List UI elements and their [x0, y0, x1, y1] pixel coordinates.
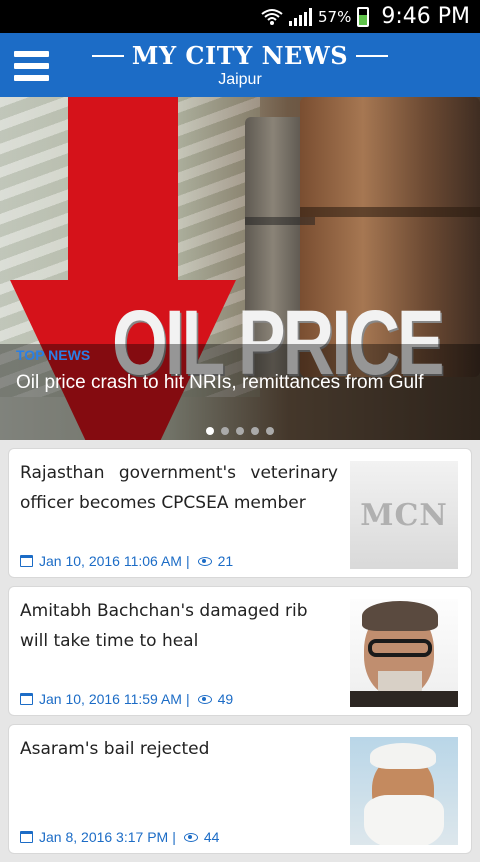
slider-dot[interactable]: [236, 427, 244, 435]
calendar-icon: [20, 831, 33, 843]
meta-separator: |: [172, 829, 176, 845]
news-feed: Rajasthan government's veterinary office…: [8, 448, 472, 862]
news-card[interactable]: Rajasthan government's veterinary office…: [8, 448, 472, 578]
wifi-icon: [261, 8, 283, 26]
title-divider-right: [356, 54, 388, 57]
brand: MY CITY NEWS Jaipur: [92, 41, 388, 89]
hero-headline[interactable]: Oil price crash to hit NRIs, remittances…: [16, 369, 456, 396]
calendar-icon: [20, 555, 33, 567]
news-meta: Jan 8, 2016 3:17 PM | 44: [20, 829, 219, 845]
news-meta: Jan 10, 2016 11:06 AM | 21: [20, 553, 233, 569]
status-bar: 57% 9:46 PM: [0, 0, 480, 33]
slider-dots: [0, 427, 480, 435]
news-card[interactable]: Asaram's bail rejected Jan 8, 2016 3:17 …: [8, 724, 472, 854]
barrel-rim: [245, 217, 315, 225]
news-date: Jan 8, 2016 3:17 PM: [39, 829, 169, 845]
thumbnail-hair: [362, 601, 438, 631]
hamburger-menu-icon[interactable]: [14, 51, 49, 81]
city-label: Jaipur: [218, 71, 262, 88]
battery-icon: [357, 6, 370, 27]
slider-dot[interactable]: [206, 427, 214, 435]
news-title: Rajasthan government's veterinary office…: [20, 463, 338, 513]
news-card[interactable]: Amitabh Bachchan's damaged rib will take…: [8, 586, 472, 716]
meta-separator: |: [185, 553, 190, 569]
calendar-icon: [20, 693, 33, 705]
news-views: 21: [217, 553, 234, 569]
eye-icon: [183, 832, 198, 842]
news-views: 44: [203, 829, 220, 845]
down-arrow-graphic: [68, 97, 178, 282]
app-header: MY CITY NEWS Jaipur: [0, 33, 480, 97]
news-thumbnail: MCN: [350, 461, 458, 569]
eye-icon: [197, 556, 212, 566]
meta-separator: |: [185, 691, 190, 707]
battery-percent: 57%: [318, 7, 352, 26]
news-meta: Jan 10, 2016 11:59 AM | 49: [20, 691, 233, 707]
news-views: 49: [217, 691, 234, 707]
eye-icon: [197, 694, 212, 704]
news-date: Jan 10, 2016 11:06 AM: [39, 553, 182, 569]
hero-tag: TOP NEWS: [16, 347, 91, 363]
news-thumbnail: [350, 599, 458, 707]
slider-dot[interactable]: [251, 427, 259, 435]
slider-dot[interactable]: [221, 427, 229, 435]
signal-icon: [289, 7, 312, 26]
title-divider-left: [92, 54, 124, 57]
slider-dot[interactable]: [266, 427, 274, 435]
news-title: Asaram's bail rejected: [20, 739, 210, 759]
barrel-rim: [300, 207, 480, 217]
hero-slider[interactable]: OIL PRICE TOP NEWS Oil price crash to hi…: [0, 97, 480, 440]
app-title: MY CITY NEWS: [131, 41, 349, 70]
thumbnail-coat: [350, 691, 458, 707]
thumbnail-headwrap: [370, 743, 436, 769]
thumbnail-logo-text: MCN: [360, 497, 448, 533]
news-thumbnail: [350, 737, 458, 845]
clock: 9:46 PM: [381, 4, 470, 29]
news-title: Amitabh Bachchan's damaged rib will take…: [20, 601, 308, 651]
news-date: Jan 10, 2016 11:59 AM: [39, 691, 182, 707]
thumbnail-beard: [364, 795, 444, 845]
thumbnail-glasses: [368, 639, 432, 657]
